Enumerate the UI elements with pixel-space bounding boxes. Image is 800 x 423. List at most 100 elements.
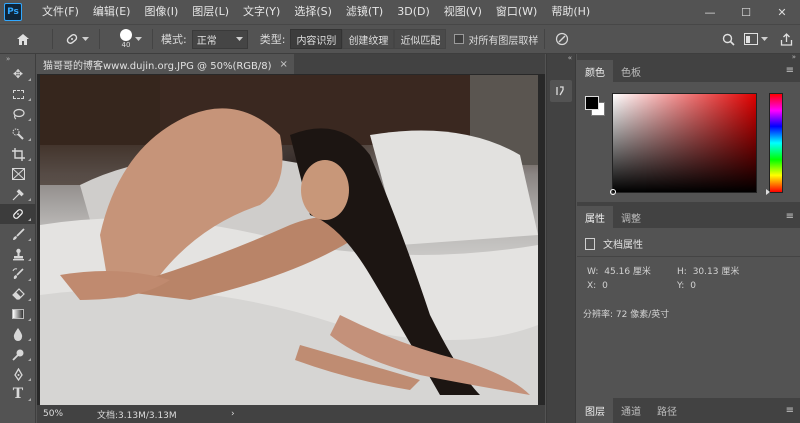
bandage-tool-icon bbox=[66, 34, 77, 44]
type-content-aware-button[interactable]: 内容识别 bbox=[290, 29, 343, 49]
tab-adjustments[interactable]: 调整 bbox=[613, 206, 649, 228]
minimize-button[interactable]: — bbox=[692, 0, 728, 24]
height-value[interactable]: 30.13 厘米 bbox=[693, 267, 740, 277]
window-controls: — ☐ ✕ bbox=[692, 0, 800, 24]
workspace-switcher[interactable] bbox=[740, 24, 772, 54]
menu-window[interactable]: 窗口(W) bbox=[489, 0, 544, 24]
tab-layers[interactable]: 图层 bbox=[577, 398, 613, 423]
close-button[interactable]: ✕ bbox=[764, 0, 800, 24]
brush-tool-icon[interactable] bbox=[0, 224, 36, 244]
separator bbox=[544, 29, 546, 49]
width-label: W: bbox=[587, 267, 599, 277]
healing-brush-tool-icon[interactable] bbox=[0, 204, 36, 224]
foreground-color-swatch[interactable] bbox=[585, 96, 599, 110]
document-tab-title: 猫哥哥的博客www.dujin.org.JPG @ 50%(RGB/8) bbox=[43, 60, 272, 72]
photo-content bbox=[40, 75, 538, 405]
color-panel: 颜色 色板 ≡ bbox=[577, 60, 800, 202]
mode-value: 正常 bbox=[196, 35, 217, 47]
history-brush-tool-icon[interactable] bbox=[0, 264, 36, 284]
search-button[interactable] bbox=[716, 24, 740, 54]
x-field: X: 0 bbox=[587, 281, 608, 291]
eyedropper-tool-icon[interactable] bbox=[0, 184, 36, 204]
share-icon bbox=[780, 32, 792, 46]
move-tool-icon[interactable]: ✥ bbox=[0, 64, 36, 84]
crop-tool-icon[interactable] bbox=[0, 144, 36, 164]
x-value[interactable]: 0 bbox=[602, 281, 608, 291]
pen-pressure-icon bbox=[556, 32, 569, 46]
share-button[interactable] bbox=[772, 24, 800, 54]
search-icon bbox=[722, 33, 735, 46]
tools-panel: » ✥ T bbox=[0, 54, 36, 423]
menu-image[interactable]: 图像(I) bbox=[137, 0, 185, 24]
status-expand-arrow-icon[interactable]: › bbox=[231, 409, 235, 419]
quick-selection-tool-icon[interactable] bbox=[0, 124, 36, 144]
chevron-down-icon bbox=[761, 36, 768, 41]
color-panel-tabs: 颜色 色板 ≡ bbox=[577, 60, 800, 82]
menu-bar: Ps 文件(F) 编辑(E) 图像(I) 图层(L) 文字(Y) 选择(S) 滤… bbox=[0, 0, 800, 24]
brush-preview-icon bbox=[120, 29, 132, 41]
brush-size-value: 40 bbox=[121, 41, 131, 49]
mode-label: 模式: bbox=[161, 33, 187, 46]
blur-tool-icon[interactable] bbox=[0, 324, 36, 344]
panel-menu-icon[interactable]: ≡ bbox=[786, 65, 794, 76]
document-tab[interactable]: 猫哥哥的博客www.dujin.org.JPG @ 50%(RGB/8) × bbox=[37, 54, 294, 74]
width-field: W: 45.16 厘米 bbox=[587, 264, 651, 277]
collapsed-panel-strip: « bbox=[546, 54, 576, 423]
tab-swatches[interactable]: 色板 bbox=[613, 60, 649, 82]
width-value[interactable]: 45.16 厘米 bbox=[604, 267, 651, 277]
close-tab-icon[interactable]: × bbox=[280, 59, 288, 70]
maximize-button[interactable]: ☐ bbox=[728, 0, 764, 24]
separator bbox=[99, 29, 100, 49]
pressure-size-button[interactable] bbox=[551, 24, 573, 54]
home-button[interactable] bbox=[0, 24, 46, 54]
menu-filter[interactable]: 滤镜(T) bbox=[339, 0, 390, 24]
mode-dropdown[interactable]: 正常 bbox=[191, 29, 248, 49]
sample-all-layers-checkbox[interactable]: 对所有图层取样 bbox=[454, 24, 538, 54]
menu-edit[interactable]: 编辑(E) bbox=[86, 0, 138, 24]
panel-menu-icon[interactable]: ≡ bbox=[786, 211, 794, 222]
menu-type[interactable]: 文字(Y) bbox=[236, 0, 287, 24]
color-picker-field[interactable] bbox=[610, 93, 757, 195]
history-panel-button[interactable] bbox=[550, 80, 572, 102]
y-value[interactable]: 0 bbox=[690, 281, 696, 291]
frame-tool-icon[interactable] bbox=[0, 164, 36, 184]
clone-stamp-tool-icon[interactable] bbox=[0, 244, 36, 264]
pen-tool-icon[interactable] bbox=[0, 364, 36, 384]
type-create-texture-button[interactable]: 创建纹理 bbox=[342, 29, 395, 49]
tool-preset-picker[interactable] bbox=[59, 24, 93, 54]
tab-color[interactable]: 颜色 bbox=[577, 60, 613, 82]
menu-3d[interactable]: 3D(D) bbox=[390, 0, 437, 24]
menu-view[interactable]: 视图(V) bbox=[437, 0, 489, 24]
collapse-strip-icon[interactable]: « bbox=[547, 54, 575, 62]
chevron-down-icon bbox=[81, 36, 89, 41]
height-label: H: bbox=[677, 267, 687, 277]
workspace-icon bbox=[744, 33, 758, 45]
panel-menu-icon[interactable]: ≡ bbox=[786, 405, 794, 416]
menu-file[interactable]: 文件(F) bbox=[35, 0, 86, 24]
menu-help[interactable]: 帮助(H) bbox=[544, 0, 597, 24]
marquee-tool-icon[interactable] bbox=[0, 84, 36, 104]
brush-size-picker[interactable]: 40 bbox=[106, 24, 146, 54]
gradient-tool-icon[interactable] bbox=[0, 304, 36, 324]
tab-paths[interactable]: 路径 bbox=[649, 398, 685, 423]
chevron-down-icon bbox=[135, 37, 142, 41]
zoom-level[interactable]: 50% bbox=[37, 409, 97, 419]
tab-properties[interactable]: 属性 bbox=[577, 206, 613, 228]
dodge-tool-icon[interactable] bbox=[0, 344, 36, 364]
lasso-tool-icon[interactable] bbox=[0, 104, 36, 124]
type-group: 类型: 内容识别 创建纹理 近似匹配 bbox=[260, 24, 447, 54]
hue-slider[interactable] bbox=[766, 93, 783, 195]
menu-select[interactable]: 选择(S) bbox=[287, 0, 339, 24]
collapse-tools-icon[interactable]: » bbox=[0, 54, 35, 64]
height-field: H: 30.13 厘米 bbox=[677, 264, 739, 277]
tab-channels[interactable]: 通道 bbox=[613, 398, 649, 423]
separator bbox=[152, 29, 153, 49]
history-icon bbox=[556, 86, 564, 96]
type-tool-icon[interactable]: T bbox=[0, 384, 36, 404]
eraser-tool-icon[interactable] bbox=[0, 284, 36, 304]
document-icon bbox=[585, 237, 595, 250]
image-canvas[interactable] bbox=[40, 75, 538, 405]
menu-layer[interactable]: 图层(L) bbox=[185, 0, 236, 24]
hue-slider-handle bbox=[766, 189, 770, 195]
type-proximity-match-button[interactable]: 近似匹配 bbox=[394, 29, 447, 49]
